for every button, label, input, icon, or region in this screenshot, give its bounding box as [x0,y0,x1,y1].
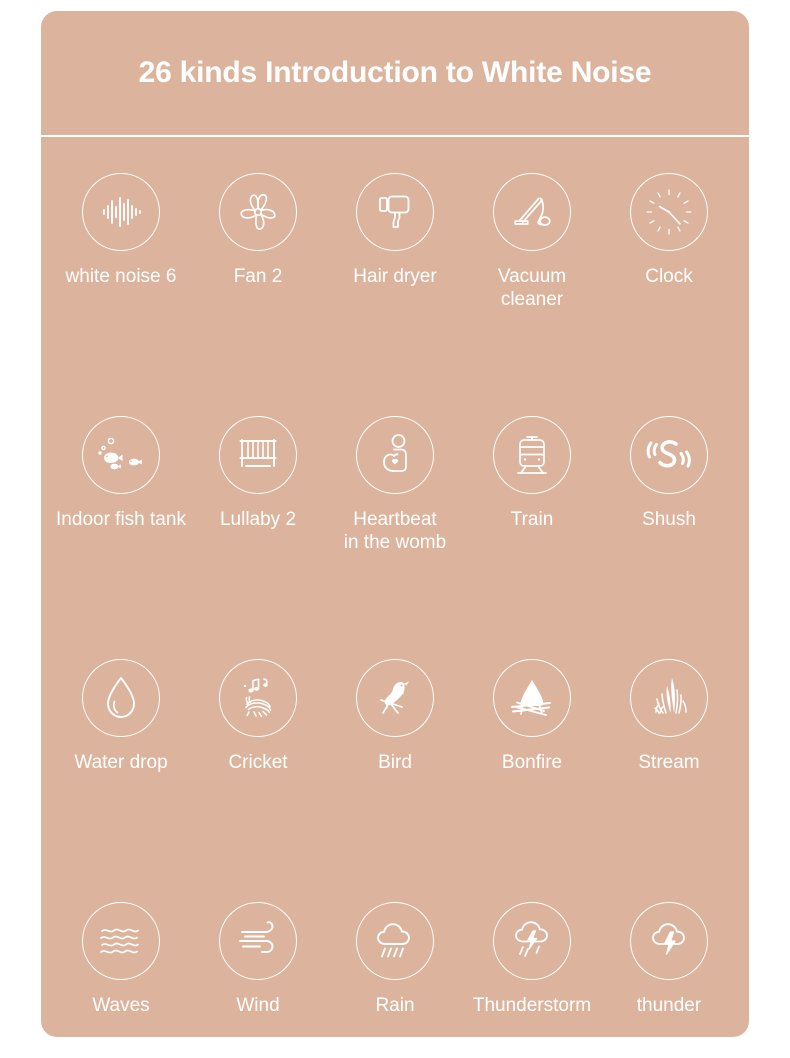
thunderstorm-icon [493,902,571,980]
shush-icon [630,416,708,494]
vacuum-cleaner-icon [493,173,571,251]
grid-row: Indoor fish tank Lullaby 2 Heartbeat in … [55,390,735,633]
sound-item-label: Indoor fish tank [56,509,186,530]
sound-item-label: Wind [236,995,280,1016]
water-drop-icon [82,659,160,737]
crib-icon [219,416,297,494]
sound-item-label: Hair dryer [353,266,437,287]
sound-item-label: thunder [636,995,702,1016]
bonfire-icon [493,659,571,737]
sound-item-lullaby-2[interactable]: Lullaby 2 [192,390,324,531]
sound-item-stream[interactable]: Stream [603,633,735,774]
waves-icon [82,902,160,980]
sound-item-label: Cricket [228,752,288,773]
grid-row: Water drop Cricket Bird Bonfire Stream [55,633,735,876]
cricket-icon [219,659,297,737]
sound-item-label: Train [510,509,554,530]
page-title: 26 kinds Introduction to White Noise [138,56,652,89]
train-icon [493,416,571,494]
sound-item-fan-2[interactable]: Fan 2 [192,147,324,288]
bird-icon [356,659,434,737]
sound-item-waves[interactable]: Waves [55,876,187,1017]
sound-item-white-noise-6[interactable]: white noise 6 [55,147,187,288]
sound-item-wind[interactable]: Wind [192,876,324,1017]
header-divider [41,135,749,137]
thunder-cloud-icon [630,902,708,980]
sound-item-label: white noise 6 [65,266,177,287]
sound-item-label: Fan 2 [233,266,283,287]
sound-item-label: Bonfire [501,752,563,773]
card-header: 26 kinds Introduction to White Noise [41,11,749,135]
sound-item-label: Heartbeat in the womb [343,509,447,553]
fish-tank-icon [82,416,160,494]
sound-item-label: Shush [642,509,696,530]
sound-item-bird[interactable]: Bird [329,633,461,774]
sound-item-label: Clock [645,266,693,287]
sound-item-label: Waves [92,995,150,1016]
sound-item-label: Stream [638,752,700,773]
sound-item-water-drop[interactable]: Water drop [55,633,187,774]
sound-item-heartbeat-in-the-womb[interactable]: Heartbeat in the womb [329,390,461,554]
white-noise-card: 26 kinds Introduction to White Noise whi… [41,11,749,1037]
sound-item-thunderstorm[interactable]: Thunderstorm [466,876,598,1017]
waveform-icon [82,173,160,251]
fan-icon [219,173,297,251]
sound-item-hair-dryer[interactable]: Hair dryer [329,147,461,288]
sound-item-indoor-fish-tank[interactable]: Indoor fish tank [55,390,187,531]
sound-item-label: Vacuum cleaner [497,266,567,310]
sound-item-train[interactable]: Train [466,390,598,531]
sound-item-label: Rain [375,995,415,1016]
sound-item-thunder[interactable]: thunder [603,876,735,1017]
sound-item-label: Thunderstorm [472,995,592,1016]
sound-item-shush[interactable]: Shush [603,390,735,531]
sound-item-clock[interactable]: Clock [603,147,735,288]
sound-item-bonfire[interactable]: Bonfire [466,633,598,774]
sound-item-cricket[interactable]: Cricket [192,633,324,774]
sound-item-vacuum-cleaner[interactable]: Vacuum cleaner [466,147,598,311]
sound-item-label: Lullaby 2 [219,509,297,530]
grid-row: Waves Wind Rain Thunderstorm thunder [55,876,735,1037]
sound-grid: white noise 6 Fan 2 Hair dryer Vacuum cl… [41,147,749,1037]
wind-icon [219,902,297,980]
rain-cloud-icon [356,902,434,980]
hair-dryer-icon [356,173,434,251]
clock-icon [630,173,708,251]
page-root: 26 kinds Introduction to White Noise whi… [0,0,790,1058]
sound-item-rain[interactable]: Rain [329,876,461,1017]
pregnant-heartbeat-icon [356,416,434,494]
reeds-icon [630,659,708,737]
grid-row: white noise 6 Fan 2 Hair dryer Vacuum cl… [55,147,735,390]
sound-item-label: Bird [378,752,412,773]
sound-item-label: Water drop [74,752,168,773]
